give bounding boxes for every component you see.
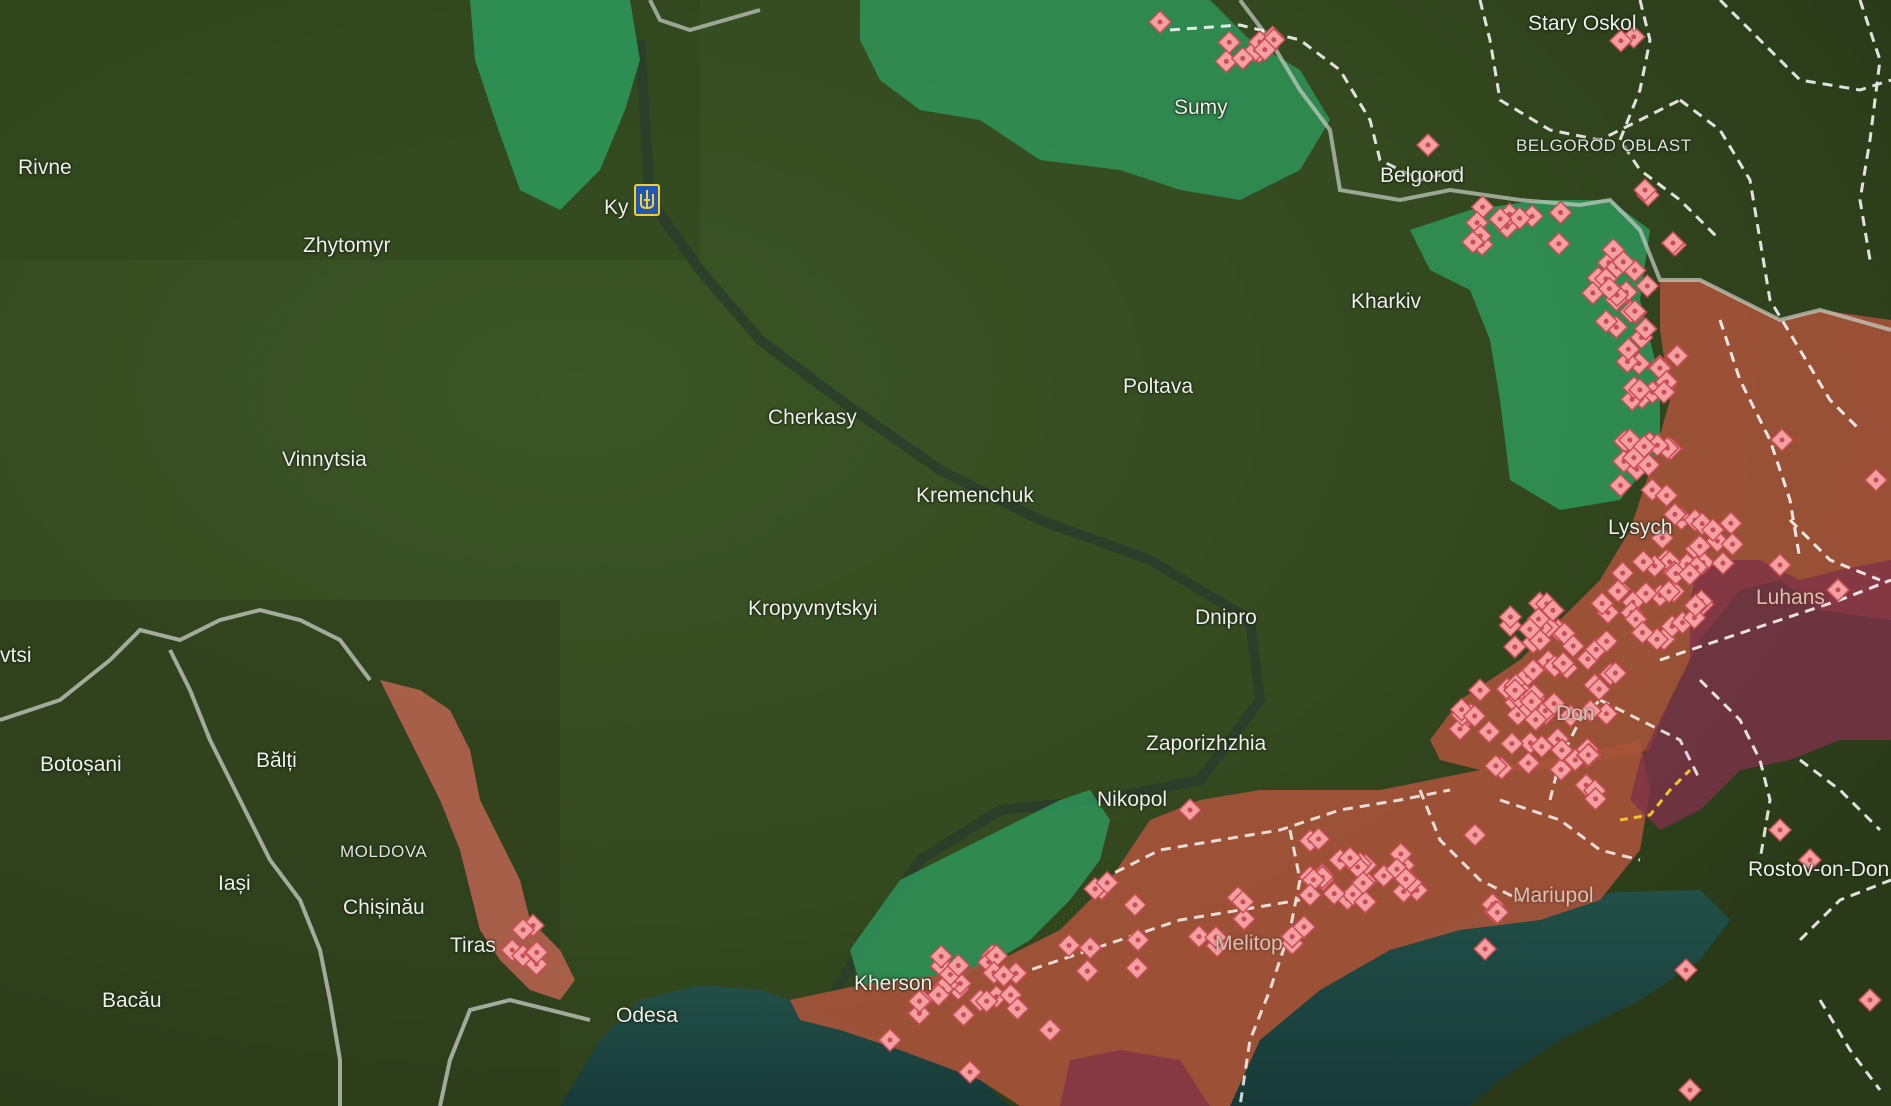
trident-glyph-icon (640, 190, 654, 210)
map-canvas (0, 0, 1891, 1106)
ukraine-trident-icon[interactable] (634, 184, 660, 216)
map-view[interactable]: Rivne Ky Zhytomyr Sumy Stary Oskol BELGO… (0, 0, 1891, 1106)
